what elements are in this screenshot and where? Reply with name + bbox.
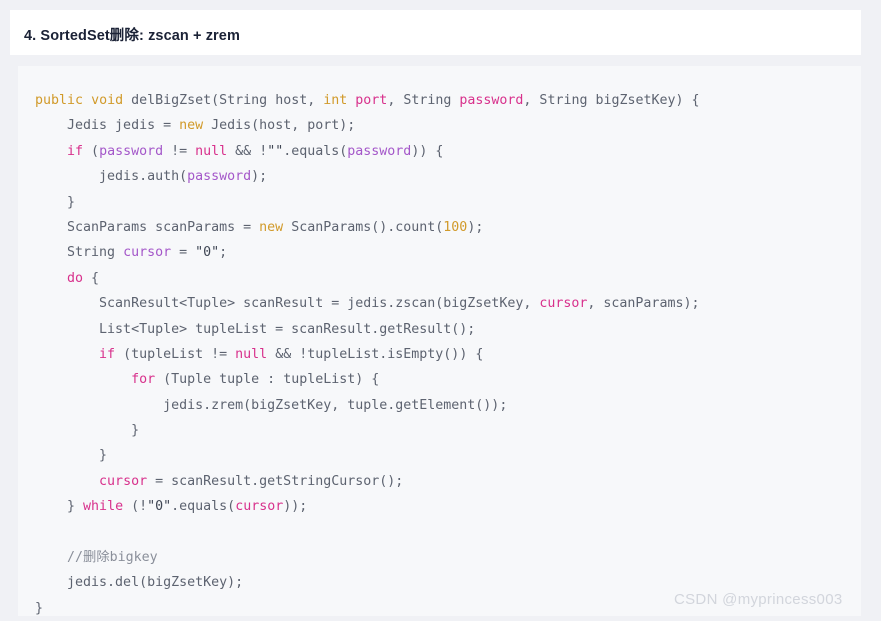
code-token: (Tuple tuple : tupleList) { bbox=[155, 372, 380, 388]
code-token: if bbox=[99, 346, 116, 362]
watermark-text: CSDN @myprincess003 bbox=[674, 591, 843, 608]
code-token: cursor bbox=[235, 499, 284, 515]
code-token: } bbox=[35, 448, 108, 464]
code-token: } bbox=[35, 600, 44, 616]
code-token: String bbox=[35, 245, 124, 261]
code-line: if (password != null && !"".equals(passw… bbox=[35, 139, 700, 164]
code-token: && ! bbox=[227, 143, 268, 159]
code-token: public bbox=[35, 93, 84, 108]
code-token: if bbox=[67, 143, 84, 159]
code-token: "0" bbox=[195, 245, 220, 261]
code-token: void bbox=[91, 93, 124, 108]
code-line: if (tupleList != null && !tupleList.isEm… bbox=[35, 342, 700, 367]
code-token: cursor bbox=[99, 473, 148, 489]
code-token: List<Tuple> tupleList = scanResult.getRe… bbox=[35, 321, 476, 337]
code-content: public void delBigZset(String host, int … bbox=[35, 88, 700, 616]
code-line: } while (!"0".equals(cursor)); bbox=[35, 494, 700, 519]
code-token: new bbox=[259, 219, 284, 235]
code-token: "0" bbox=[147, 499, 172, 515]
code-line: String cursor = "0"; bbox=[35, 240, 700, 265]
code-line: for (Tuple tuple : tupleList) { bbox=[35, 367, 700, 392]
code-token: , scanParams); bbox=[587, 296, 700, 312]
code-token: cursor bbox=[539, 296, 588, 312]
code-token: } bbox=[35, 499, 84, 515]
code-token: cursor bbox=[123, 245, 172, 261]
code-line: List<Tuple> tupleList = scanResult.getRe… bbox=[35, 317, 700, 342]
code-line: } bbox=[35, 596, 700, 616]
code-token: ScanParams scanParams = bbox=[35, 219, 260, 235]
page-title: 4. SortedSet删除: zscan + zrem bbox=[24, 28, 240, 44]
code-token: ; bbox=[219, 245, 228, 261]
code-token: port bbox=[355, 93, 388, 108]
code-token: "" bbox=[267, 143, 284, 159]
code-token: .equals( bbox=[171, 499, 236, 515]
code-token: password bbox=[99, 143, 164, 159]
code-token: ScanResult<Tuple> scanResult = jedis.zsc… bbox=[35, 296, 540, 312]
code-token: , String bbox=[387, 93, 460, 108]
code-token: jedis.auth( bbox=[35, 169, 188, 185]
code-token: while bbox=[83, 499, 124, 515]
code-block[interactable]: public void delBigZset(String host, int … bbox=[18, 66, 861, 616]
code-token: (! bbox=[123, 499, 148, 515]
code-line: //删除bigkey bbox=[35, 545, 700, 570]
code-token: Jedis jedis = bbox=[35, 118, 180, 134]
code-token: null bbox=[195, 143, 228, 159]
code-token: , String bigZsetKey) { bbox=[523, 93, 700, 108]
code-line: jedis.del(bigZsetKey); bbox=[35, 570, 700, 595]
code-line: } bbox=[35, 190, 700, 215]
code-line: } bbox=[35, 443, 700, 468]
code-line: public void delBigZset(String host, int … bbox=[35, 88, 700, 113]
code-line: jedis.zrem(bigZsetKey, tuple.getElement(… bbox=[35, 393, 700, 418]
code-token: password bbox=[347, 143, 412, 159]
code-token: delBigZset(String host, bbox=[123, 93, 324, 108]
code-line: cursor = scanResult.getStringCursor(); bbox=[35, 469, 700, 494]
code-token: ); bbox=[467, 219, 484, 235]
code-token: } bbox=[35, 423, 140, 439]
page-root: 4. SortedSet删除: zscan + zrem public void… bbox=[0, 0, 881, 621]
code-line: } bbox=[35, 418, 700, 443]
code-token: = scanResult.getStringCursor(); bbox=[147, 473, 404, 489]
code-token: do bbox=[67, 270, 84, 286]
code-token: 100 bbox=[443, 219, 468, 235]
code-token: Jedis(host, port); bbox=[203, 118, 356, 134]
code-line: ScanParams scanParams = new ScanParams()… bbox=[35, 215, 700, 240]
code-token: //删除bigkey bbox=[35, 550, 158, 566]
code-token: new bbox=[179, 118, 204, 134]
code-token: password bbox=[187, 169, 252, 185]
code-token: ScanParams().count( bbox=[283, 219, 444, 235]
code-line: jedis.auth(password); bbox=[35, 164, 700, 189]
code-token: && !tupleList.isEmpty()) { bbox=[267, 346, 484, 362]
code-line: do { bbox=[35, 266, 700, 291]
code-token: = bbox=[171, 245, 196, 261]
code-token: )) { bbox=[411, 143, 444, 159]
code-token: password bbox=[459, 93, 524, 108]
code-token: { bbox=[83, 270, 100, 286]
code-token: for bbox=[131, 372, 156, 388]
code-token: int bbox=[323, 93, 348, 108]
code-token: jedis.del(bigZsetKey); bbox=[35, 575, 244, 591]
code-line: ​ bbox=[35, 520, 700, 545]
code-token: null bbox=[235, 346, 268, 362]
code-line: ScanResult<Tuple> scanResult = jedis.zsc… bbox=[35, 291, 700, 316]
code-token: != bbox=[163, 143, 196, 159]
code-token: ( bbox=[83, 143, 100, 159]
code-token: ); bbox=[251, 169, 268, 185]
code-line: Jedis jedis = new Jedis(host, port); bbox=[35, 113, 700, 138]
code-token: jedis.zrem(bigZsetKey, tuple.getElement(… bbox=[35, 397, 508, 413]
section-header-band: 4. SortedSet删除: zscan + zrem bbox=[10, 10, 861, 55]
code-token: (tupleList != bbox=[115, 346, 236, 362]
code-token: .equals( bbox=[283, 143, 348, 159]
code-token: } bbox=[35, 194, 76, 210]
code-token: )); bbox=[283, 499, 308, 515]
